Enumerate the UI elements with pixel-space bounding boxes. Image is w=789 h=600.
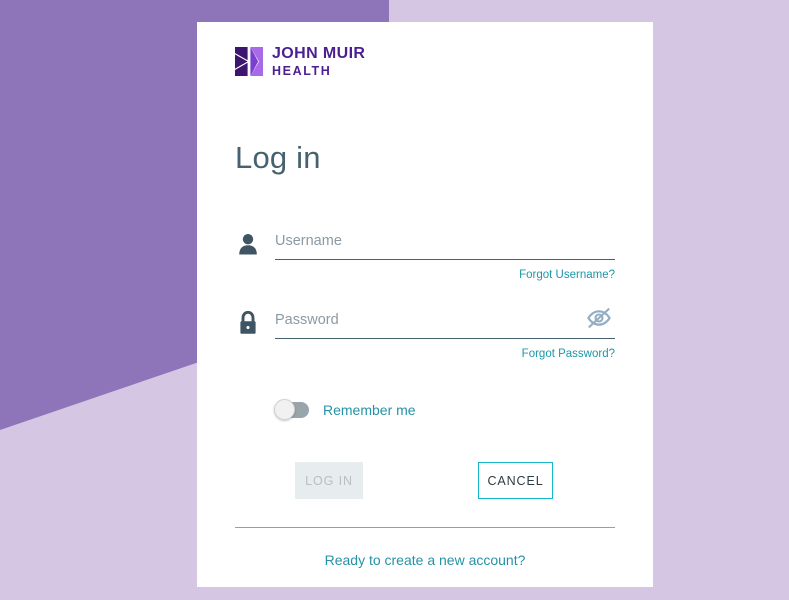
lock-icon: [235, 309, 261, 337]
username-input-wrap: [275, 231, 615, 260]
john-muir-butterfly-mark-icon: [235, 47, 263, 77]
password-field-group: Forgot Password?: [235, 297, 615, 360]
password-input[interactable]: [275, 310, 615, 339]
login-card: JOHN MUIR HEALTH Log in Username Forgot …: [197, 22, 653, 587]
brand-logo: JOHN MUIR HEALTH: [235, 46, 365, 78]
cancel-button[interactable]: CANCEL: [478, 462, 553, 499]
brand-name-line-1: JOHN MUIR: [272, 45, 366, 62]
password-input-wrap: [275, 307, 615, 339]
login-page: JOHN MUIR HEALTH Log in Username Forgot …: [0, 0, 789, 600]
forgot-username-link[interactable]: Forgot Username?: [235, 269, 615, 281]
create-account-link[interactable]: Ready to create a new account?: [235, 552, 615, 568]
brand-wordmark: JOHN MUIR HEALTH: [272, 46, 365, 78]
remember-me-row: Remember me: [274, 399, 416, 420]
brand-name-line-2: HEALTH: [272, 64, 332, 78]
action-buttons: LOG IN CANCEL: [295, 462, 615, 500]
login-card-content: JOHN MUIR HEALTH Log in Username Forgot …: [235, 22, 615, 587]
password-row: [235, 297, 615, 339]
forgot-password-link[interactable]: Forgot Password?: [235, 348, 615, 360]
login-button[interactable]: LOG IN: [295, 462, 363, 499]
footer-divider: [235, 527, 615, 528]
remember-me-label[interactable]: Remember me: [323, 402, 416, 418]
person-icon: [235, 230, 261, 258]
remember-me-toggle[interactable]: [274, 399, 309, 420]
page-title: Log in: [235, 140, 321, 175]
toggle-knob: [274, 399, 295, 420]
username-field-group: Forgot Username?: [235, 218, 615, 281]
username-input[interactable]: [275, 231, 615, 260]
eye-slash-icon[interactable]: [583, 306, 615, 330]
username-row: [235, 218, 615, 260]
